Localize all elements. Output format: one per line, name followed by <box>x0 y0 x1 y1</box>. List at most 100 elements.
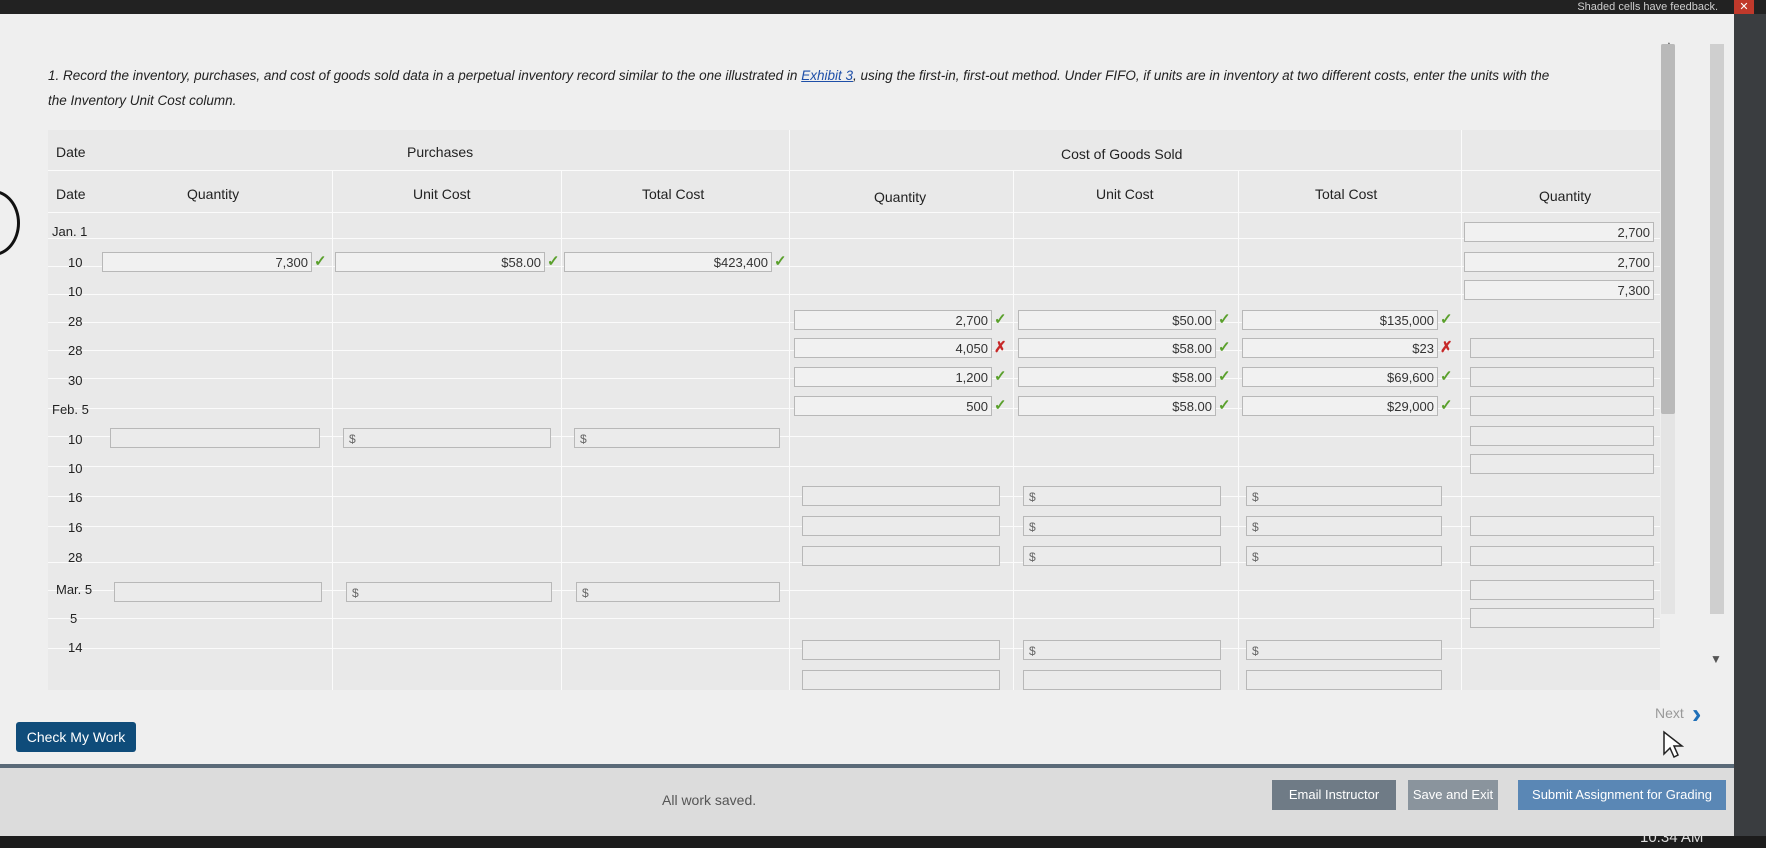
col-header-cogs-quantity: Quantity <box>874 189 927 205</box>
cogs-quantity-input[interactable] <box>802 486 1000 506</box>
inventory-quantity-input[interactable] <box>1470 546 1654 566</box>
cogs-unit-cost-input[interactable]: $58.00 <box>1018 367 1216 387</box>
purchase-unit-cost-value: $58.00 <box>501 255 541 270</box>
dollar-sign: $ <box>1252 520 1259 534</box>
cogs-total-cost-input[interactable]: $ <box>1246 546 1442 566</box>
cogs-total-cost-input[interactable] <box>1246 670 1442 690</box>
inventory-quantity-input[interactable] <box>1470 426 1654 446</box>
save-and-exit-button[interactable]: Save and Exit <box>1408 780 1498 810</box>
inventory-quantity-input[interactable]: 2,700 <box>1464 222 1654 242</box>
cogs-total-cost-input[interactable]: $ <box>1246 516 1442 536</box>
cogs-quantity-input[interactable] <box>802 640 1000 660</box>
cogs-quantity-input[interactable]: 4,050 <box>794 338 992 358</box>
date-cell: 28 <box>68 343 83 358</box>
cogs-quantity-value: 1,200 <box>955 370 988 385</box>
check-icon: ✓ <box>994 397 1007 414</box>
cogs-total-cost-value: $29,000 <box>1387 399 1434 414</box>
check-icon: ✓ <box>1218 311 1231 328</box>
cogs-quantity-input[interactable] <box>802 670 1000 690</box>
cogs-total-cost-input[interactable]: $69,600 <box>1242 367 1438 387</box>
submit-assignment-button[interactable]: Submit Assignment for Grading <box>1518 780 1726 810</box>
chevron-right-icon[interactable]: › <box>1692 698 1701 730</box>
purchase-total-cost-input[interactable]: $ <box>574 428 780 448</box>
inventory-quantity-input[interactable] <box>1470 338 1654 358</box>
cogs-unit-cost-input[interactable] <box>1023 670 1221 690</box>
date-cell: 10 <box>68 432 83 447</box>
col-header-cogs-total-cost: Total Cost <box>1315 186 1378 202</box>
cogs-total-cost-input[interactable]: $135,000 <box>1242 310 1438 330</box>
cogs-unit-cost-input[interactable]: $ <box>1023 546 1221 566</box>
inventory-quantity-input[interactable] <box>1470 396 1654 416</box>
dollar-sign: $ <box>582 586 589 600</box>
date-cell: Jan. 1 <box>52 224 88 239</box>
inventory-quantity-input[interactable]: 7,300 <box>1464 280 1654 300</box>
footer-bar: All work saved. Email Instructor Save an… <box>0 764 1734 846</box>
group-header-purchases: Purchases <box>407 144 474 160</box>
email-instructor-button[interactable]: Email Instructor <box>1272 780 1396 810</box>
cogs-quantity-input[interactable] <box>802 516 1000 536</box>
check-icon: ✓ <box>1218 397 1231 414</box>
inventory-quantity-input[interactable] <box>1470 454 1654 474</box>
purchase-quantity-input[interactable] <box>114 582 322 602</box>
cogs-quantity-input[interactable]: 500 <box>794 396 992 416</box>
x-icon: ✗ <box>994 339 1007 356</box>
dollar-sign: $ <box>1029 644 1036 658</box>
instruction-text: 1. Record the inventory, purchases, and … <box>48 63 1658 113</box>
inventory-quantity-input[interactable] <box>1470 580 1654 600</box>
inventory-quantity-input[interactable] <box>1470 608 1654 628</box>
cogs-quantity-value: 2,700 <box>955 313 988 328</box>
col-header-purchase-unit-cost: Unit Cost <box>413 186 471 202</box>
cogs-total-cost-input[interactable]: $23 <box>1242 338 1438 358</box>
col-header-inventory-quantity: Quantity <box>1539 188 1592 204</box>
cogs-unit-cost-input[interactable]: $ <box>1023 486 1221 506</box>
instruction-line2: the Inventory Unit Cost column. <box>48 93 237 108</box>
cogs-total-cost-input[interactable]: $ <box>1246 640 1442 660</box>
cogs-unit-cost-input[interactable]: $50.00 <box>1018 310 1216 330</box>
cogs-unit-cost-input[interactable]: $ <box>1023 516 1221 536</box>
date-cell: 28 <box>68 314 83 329</box>
cogs-total-cost-value: $69,600 <box>1387 370 1434 385</box>
check-icon: ✓ <box>547 253 560 270</box>
cogs-total-cost-input[interactable]: $29,000 <box>1242 396 1438 416</box>
purchase-unit-cost-input[interactable]: $ <box>343 428 551 448</box>
purchase-unit-cost-input[interactable]: $58.00 <box>335 252 545 272</box>
dollar-sign: $ <box>1252 644 1259 658</box>
instruction-prefix: 1. Record the inventory, purchases, and … <box>48 68 802 83</box>
next-link[interactable]: Next <box>1655 705 1684 721</box>
cogs-quantity-input[interactable] <box>802 546 1000 566</box>
cogs-unit-cost-input[interactable]: $58.00 <box>1018 338 1216 358</box>
scroll-down-icon[interactable]: ▼ <box>1710 652 1722 666</box>
inventory-quantity-input[interactable] <box>1470 367 1654 387</box>
feedback-note: Shaded cells have feedback. <box>1577 1 1718 13</box>
dollar-sign: $ <box>349 432 356 446</box>
check-icon: ✓ <box>1440 311 1453 328</box>
purchase-total-cost-value: $423,400 <box>713 255 768 270</box>
purchase-quantity-input[interactable] <box>110 428 320 448</box>
cogs-total-cost-input[interactable]: $ <box>1246 486 1442 506</box>
scrollbar-thumb[interactable] <box>1661 44 1675 414</box>
inventory-quantity-input[interactable] <box>1470 516 1654 536</box>
exhibit-link[interactable]: Exhibit 3 <box>801 68 853 83</box>
date-cell: 30 <box>68 373 83 388</box>
inventory-quantity-input[interactable]: 2,700 <box>1464 252 1654 272</box>
cogs-total-cost-value: $23 <box>1412 341 1434 356</box>
col-header-date: Date <box>56 186 86 202</box>
cogs-unit-cost-input[interactable]: $ <box>1023 640 1221 660</box>
dollar-sign: $ <box>580 432 587 446</box>
col-header-cogs-unit-cost: Unit Cost <box>1096 186 1154 202</box>
purchase-unit-cost-input[interactable]: $ <box>346 582 552 602</box>
cogs-unit-cost-input[interactable]: $58.00 <box>1018 396 1216 416</box>
purchase-total-cost-input[interactable]: $ <box>576 582 780 602</box>
date-cell: 10 <box>68 255 83 270</box>
cogs-quantity-input[interactable]: 1,200 <box>794 367 992 387</box>
outer-scrollbar[interactable] <box>1710 44 1724 614</box>
cogs-quantity-input[interactable]: 2,700 <box>794 310 992 330</box>
date-cell: Feb. 5 <box>52 402 89 417</box>
clock: 10:34 AM <box>1640 829 1704 846</box>
purchase-total-cost-input[interactable]: $423,400 <box>564 252 772 272</box>
inventory-record-table: Date Purchases Cost of Goods Sold Date Q… <box>48 130 1660 690</box>
check-my-work-button[interactable]: Check My Work <box>16 722 136 752</box>
close-icon[interactable]: ✕ <box>1734 0 1754 14</box>
save-status: All work saved. <box>662 792 757 808</box>
purchase-quantity-input[interactable]: 7,300 <box>102 252 312 272</box>
